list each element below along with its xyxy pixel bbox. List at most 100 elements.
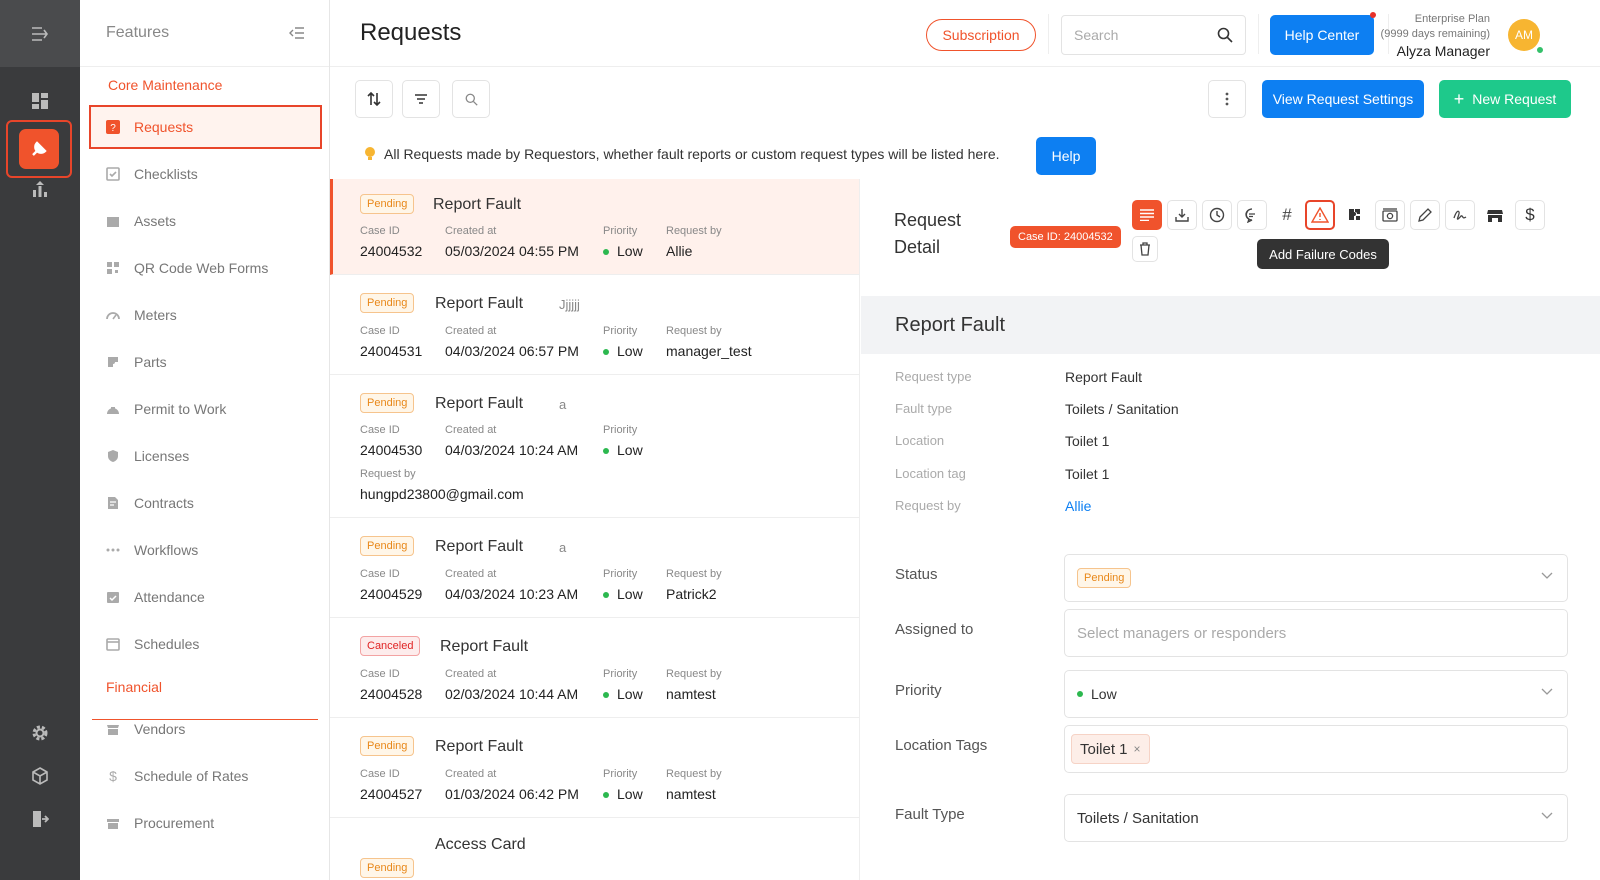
feature-item-assets[interactable]: Assets	[80, 199, 330, 243]
feature-item-checklists[interactable]: Checklists	[80, 152, 330, 196]
case-id-label: Case ID	[360, 325, 400, 337]
add-failure-codes-button[interactable]	[1305, 200, 1335, 230]
info-text: All Requests made by Requestors, whether…	[384, 146, 1000, 162]
rail-settings-button[interactable]	[0, 724, 80, 742]
case-id-label: Case ID	[360, 568, 400, 580]
collapse-panel-icon[interactable]	[289, 27, 305, 39]
feature-item-qr-code-web-forms[interactable]: QR Code Web Forms	[80, 246, 330, 290]
status-label: Status	[895, 566, 938, 583]
list-search-button[interactable]	[452, 80, 490, 118]
request-by-link[interactable]: Allie	[1065, 498, 1091, 514]
search-input[interactable]	[1074, 27, 1214, 43]
rail-dashboard-button[interactable]	[0, 92, 80, 110]
warning-icon	[1311, 207, 1329, 223]
chevron-down-icon	[1541, 688, 1553, 695]
signature-button[interactable]	[1445, 200, 1475, 230]
help-button[interactable]: Help	[1036, 137, 1096, 175]
request-type-value: Report Fault	[1065, 369, 1143, 385]
delete-button[interactable]	[1132, 236, 1158, 262]
view-request-settings-button[interactable]: View Request Settings	[1262, 80, 1424, 118]
created-at-label: Created at	[445, 424, 497, 436]
edit-button[interactable]	[1410, 200, 1440, 230]
created-at-label: Created at	[445, 568, 497, 580]
priority-label: Priority	[603, 225, 638, 237]
feature-item-requests[interactable]: ? Requests	[89, 105, 322, 149]
parts-button[interactable]	[1340, 200, 1370, 230]
remove-tag-icon[interactable]: ×	[1134, 742, 1141, 756]
rail-maintenance-button[interactable]	[6, 120, 72, 178]
priority-label: Priority	[895, 682, 942, 699]
feature-item-workflows[interactable]: Workflows	[80, 528, 330, 572]
feature-item-schedules[interactable]: Schedules	[80, 622, 330, 666]
created-at-value: 05/03/2024 04:55 PM	[445, 243, 579, 259]
priority-label: Priority	[603, 568, 638, 580]
signature-icon	[1453, 210, 1467, 220]
workflow-icon	[106, 543, 120, 557]
request-card[interactable]: Access Card Pending	[330, 818, 859, 880]
cost-button[interactable]: $	[1515, 200, 1545, 230]
feature-item-permit-to-work[interactable]: Permit to Work	[80, 387, 330, 431]
request-card[interactable]: Pending Report Fault Case ID Created at …	[330, 718, 859, 818]
priority-select[interactable]: Low	[1064, 670, 1568, 718]
priority-dot	[603, 692, 609, 699]
location-tags-label: Location Tags	[895, 737, 988, 754]
priority-value: Low	[603, 786, 643, 802]
comments-button[interactable]	[1237, 200, 1267, 230]
help-center-button[interactable]: Help Center	[1270, 15, 1374, 55]
download-button[interactable]	[1167, 200, 1197, 230]
collapse-menu-icon	[32, 26, 48, 41]
case-id-value: 24004529	[360, 586, 423, 602]
feature-item-meters[interactable]: Meters	[80, 293, 330, 337]
feature-item-parts[interactable]: Parts	[80, 340, 330, 384]
download-icon	[1175, 209, 1189, 222]
rail-analytics-button[interactable]	[0, 180, 80, 198]
fault-type-value: Toilets / Sanitation	[1065, 401, 1179, 417]
subscription-button[interactable]: Subscription	[926, 19, 1036, 51]
request-title: Report Fault	[435, 395, 524, 412]
request-card[interactable]: Pending Report Fault Jjjjjj Case ID Crea…	[330, 275, 859, 375]
rail-collapse-button[interactable]	[0, 0, 80, 67]
request-title: Report Fault	[440, 638, 529, 655]
more-options-button[interactable]	[1208, 80, 1246, 118]
location-tag-chip: Toilet 1 ×	[1071, 734, 1150, 764]
status-badge: Pending	[1077, 568, 1132, 588]
case-id-value: 24004528	[360, 686, 423, 702]
created-at-value: 04/03/2024 10:23 AM	[445, 586, 579, 602]
vendor-button[interactable]	[1480, 200, 1510, 230]
feature-item-procurement[interactable]: Procurement	[80, 801, 330, 845]
meter-icon	[106, 308, 120, 322]
case-id-value: 24004531	[360, 343, 423, 359]
feature-item-vendors[interactable]: Vendors	[80, 707, 330, 751]
search-box[interactable]	[1061, 15, 1246, 55]
photo-button[interactable]	[1375, 200, 1405, 230]
feature-item-attendance[interactable]: Attendance	[80, 575, 330, 619]
search-icon[interactable]	[1217, 27, 1233, 43]
rail-modules-button[interactable]	[0, 767, 80, 785]
feature-item-schedule-of-rates[interactable]: $ Schedule of Rates	[80, 754, 330, 798]
new-request-button[interactable]: + New Request	[1439, 80, 1571, 118]
created-at-value: 01/03/2024 06:42 PM	[445, 786, 579, 802]
sort-button[interactable]	[355, 80, 393, 118]
status-select[interactable]: Pending	[1064, 554, 1568, 602]
dashboard-icon	[32, 93, 48, 109]
location-tags-field[interactable]: Toilet 1 ×	[1064, 725, 1568, 773]
feature-item-contracts[interactable]: Contracts	[80, 481, 330, 525]
request-by-label: Request by	[360, 468, 416, 480]
request-type-label: Request type	[895, 369, 972, 384]
feature-item-licenses[interactable]: Licenses	[80, 434, 330, 478]
priority-label: Priority	[603, 424, 638, 436]
details-view-button[interactable]	[1132, 200, 1162, 230]
request-card[interactable]: Pending Report Fault a Case ID Created a…	[330, 375, 859, 518]
filter-button[interactable]	[402, 80, 440, 118]
rail-logout-button[interactable]	[0, 810, 80, 828]
status-badge: Pending	[360, 393, 415, 413]
fault-type-select[interactable]: Toilets / Sanitation	[1064, 794, 1568, 842]
tag-number-button[interactable]: #	[1272, 200, 1302, 230]
request-card[interactable]: Pending Report Fault Case ID Created at …	[330, 179, 859, 275]
request-card[interactable]: Canceled Report Fault Case ID Created at…	[330, 618, 859, 718]
history-button[interactable]	[1202, 200, 1232, 230]
case-id-value: 24004530	[360, 442, 423, 458]
assigned-to-field[interactable]: Select managers or responders	[1064, 609, 1568, 657]
request-card[interactable]: Pending Report Fault a Case ID Created a…	[330, 518, 859, 618]
priority-label: Priority	[603, 325, 638, 337]
